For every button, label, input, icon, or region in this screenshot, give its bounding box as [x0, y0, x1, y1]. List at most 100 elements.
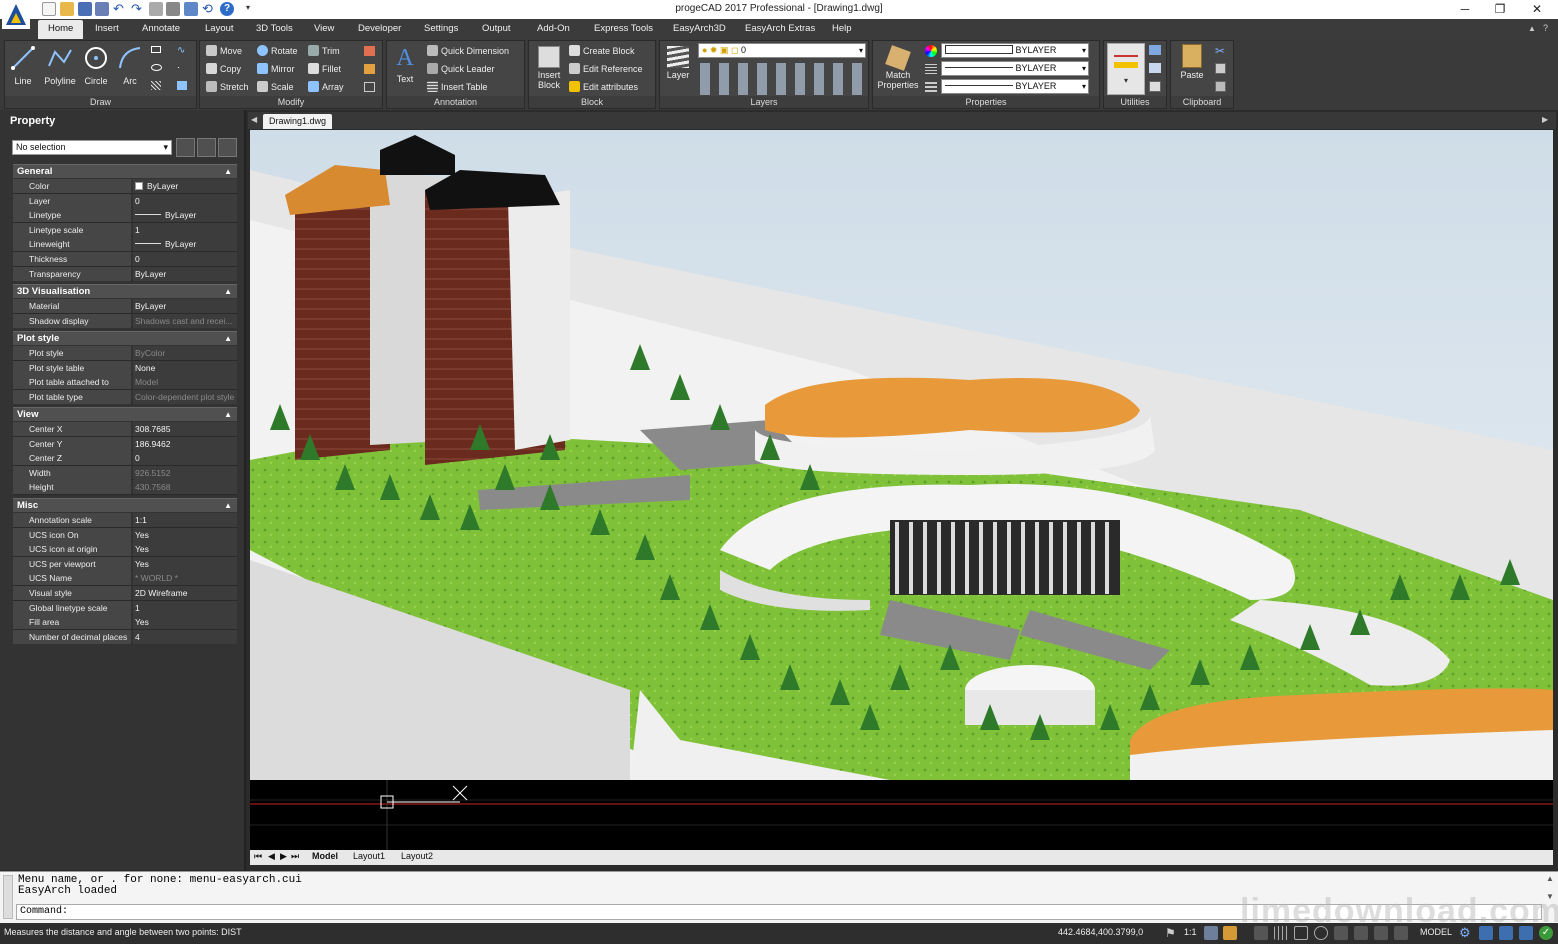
- property-row[interactable]: Width 926.5152: [13, 465, 237, 481]
- property-row[interactable]: Plot table attached to Model: [13, 375, 237, 390]
- property-value[interactable]: 186.9462: [133, 436, 237, 451]
- move-button[interactable]: Move: [206, 45, 242, 56]
- property-value[interactable]: 308.7685: [133, 422, 237, 436]
- annotation-visibility-icon[interactable]: ⚑: [1165, 926, 1179, 940]
- workspace-icon[interactable]: [1223, 926, 1237, 940]
- explode-icon[interactable]: [364, 64, 375, 74]
- linetype-icon[interactable]: [925, 64, 937, 74]
- property-row[interactable]: UCS Name * WORLD *: [13, 571, 237, 586]
- line-button[interactable]: Line: [8, 44, 38, 86]
- tab-express-tools[interactable]: Express Tools: [594, 23, 653, 34]
- trim-button[interactable]: Trim: [308, 45, 340, 56]
- last-tab-icon[interactable]: ⏭: [291, 851, 299, 862]
- measure-button[interactable]: ▾: [1107, 43, 1145, 95]
- property-row[interactable]: Visual style 2D Wireframe: [13, 586, 237, 601]
- section-general[interactable]: General ▲: [13, 164, 237, 178]
- select-objects-icon[interactable]: [176, 138, 195, 157]
- edit-attributes-button[interactable]: Edit attributes: [569, 81, 638, 92]
- property-value[interactable]: 0: [133, 193, 237, 208]
- ribbon-help-icon[interactable]: ?: [1543, 23, 1548, 33]
- text-button[interactable]: A Text: [390, 44, 420, 84]
- section-plot-style[interactable]: Plot style ▲: [13, 331, 237, 345]
- property-row[interactable]: Linetype scale 1: [13, 222, 237, 238]
- property-value[interactable]: ByLayer: [133, 299, 237, 313]
- region-icon[interactable]: [177, 81, 187, 90]
- annotation-panel-label[interactable]: Annotation: [387, 96, 524, 108]
- selection-dropdown[interactable]: No selection ▾: [12, 140, 172, 155]
- property-row[interactable]: UCS per viewport Yes: [13, 556, 237, 572]
- property-value[interactable]: 1: [133, 222, 237, 237]
- tab-insert[interactable]: Insert: [95, 23, 119, 34]
- modify-panel-label[interactable]: Modify: [200, 96, 382, 108]
- quick-leader-button[interactable]: Quick Leader: [427, 63, 495, 74]
- next-tab-icon[interactable]: ▶: [280, 851, 287, 862]
- tab-home[interactable]: Home: [38, 20, 84, 39]
- property-value[interactable]: Yes: [133, 615, 237, 630]
- property-value[interactable]: * WORLD *: [133, 571, 237, 586]
- array-button[interactable]: Array: [308, 81, 344, 92]
- property-row[interactable]: Center X 308.7685: [13, 422, 237, 437]
- property-value[interactable]: 0: [133, 252, 237, 266]
- restore-button[interactable]: ❐: [1483, 0, 1517, 19]
- hatch-icon[interactable]: [151, 81, 161, 90]
- property-value[interactable]: Yes: [133, 542, 237, 557]
- scale-button[interactable]: Scale: [257, 81, 294, 92]
- copy-clip-icon[interactable]: [1215, 63, 1226, 74]
- annotation-scale[interactable]: 1:1: [1184, 927, 1197, 937]
- property-value[interactable]: Shadows cast and recei...: [133, 313, 237, 328]
- insert-block-button[interactable]: Insert Block: [532, 44, 566, 90]
- toggle-pickadd-icon[interactable]: [197, 138, 216, 157]
- lineweight-dropdown[interactable]: BYLAYER ▾: [941, 79, 1089, 94]
- color-dropdown[interactable]: BYLAYER ▾: [941, 43, 1089, 58]
- tab-easyarch-extras[interactable]: EasyArch Extras: [745, 23, 815, 34]
- close-button[interactable]: ✕: [1520, 0, 1554, 19]
- property-row[interactable]: Plot style ByColor: [13, 346, 237, 361]
- section-3d-visualisation[interactable]: 3D Visualisation ▲: [13, 284, 237, 298]
- property-value[interactable]: ByLayer: [133, 266, 237, 281]
- ribbon-minimize-icon[interactable]: ▲: [1528, 24, 1536, 33]
- linetype-dropdown[interactable]: BYLAYER ▾: [941, 61, 1089, 76]
- annotation-autoscale-icon[interactable]: [1204, 926, 1218, 940]
- draw-panel-label[interactable]: Draw: [5, 96, 196, 108]
- property-row[interactable]: Number of decimal places 4: [13, 629, 237, 645]
- spline-icon[interactable]: ∿: [177, 45, 185, 56]
- property-row[interactable]: Thickness 0: [13, 252, 237, 267]
- property-value[interactable]: 1: [133, 600, 237, 615]
- insert-table-button[interactable]: Insert Table: [427, 81, 487, 92]
- select-similar-icon[interactable]: [1149, 63, 1161, 73]
- tab-layout[interactable]: Layout: [205, 23, 234, 34]
- layer-button[interactable]: Layer: [663, 44, 693, 80]
- tab-settings[interactable]: Settings: [424, 23, 458, 34]
- first-tab-icon[interactable]: ⏮: [254, 851, 262, 862]
- tab-view[interactable]: View: [314, 23, 334, 34]
- property-row[interactable]: Color ByLayer: [13, 179, 237, 194]
- tab-add-on[interactable]: Add-On: [537, 23, 570, 34]
- property-row[interactable]: Annotation scale 1:1: [13, 513, 237, 528]
- property-value[interactable]: 4: [133, 629, 237, 644]
- point-icon[interactable]: ⋅: [177, 63, 180, 74]
- cut-icon[interactable]: ✂: [1215, 44, 1225, 58]
- block-panel-label[interactable]: Block: [529, 96, 655, 108]
- stretch-button[interactable]: Stretch: [206, 81, 249, 92]
- document-tab-drawing1[interactable]: Drawing1.dwg: [263, 114, 333, 129]
- layers-panel-label[interactable]: Layers: [660, 96, 868, 108]
- section-misc[interactable]: Misc ▲: [13, 498, 237, 512]
- property-row[interactable]: Shadow display Shadows cast and recei...: [13, 313, 237, 329]
- property-row[interactable]: Layer 0: [13, 193, 237, 209]
- property-value[interactable]: 926.5152: [133, 465, 237, 480]
- property-row[interactable]: Plot style table None: [13, 360, 237, 376]
- property-value[interactable]: 430.7568: [133, 480, 237, 495]
- command-window-handle[interactable]: [3, 875, 13, 919]
- property-row[interactable]: Center Z0: [13, 451, 237, 466]
- polyline-button[interactable]: Polyline: [41, 44, 79, 86]
- tab-scroll-right-icon[interactable]: ▶: [1542, 115, 1548, 124]
- property-value[interactable]: Yes: [133, 556, 237, 571]
- quick-select-icon[interactable]: [1149, 45, 1161, 55]
- minimize-button[interactable]: ─: [1448, 0, 1482, 19]
- drawing-viewport[interactable]: [250, 130, 1553, 780]
- utilities-panel-label[interactable]: Utilities: [1104, 96, 1166, 108]
- prev-tab-icon[interactable]: ◀: [268, 851, 275, 862]
- section-view[interactable]: View ▲: [13, 407, 237, 421]
- offset-icon[interactable]: [364, 82, 375, 92]
- tab-output[interactable]: Output: [482, 23, 511, 34]
